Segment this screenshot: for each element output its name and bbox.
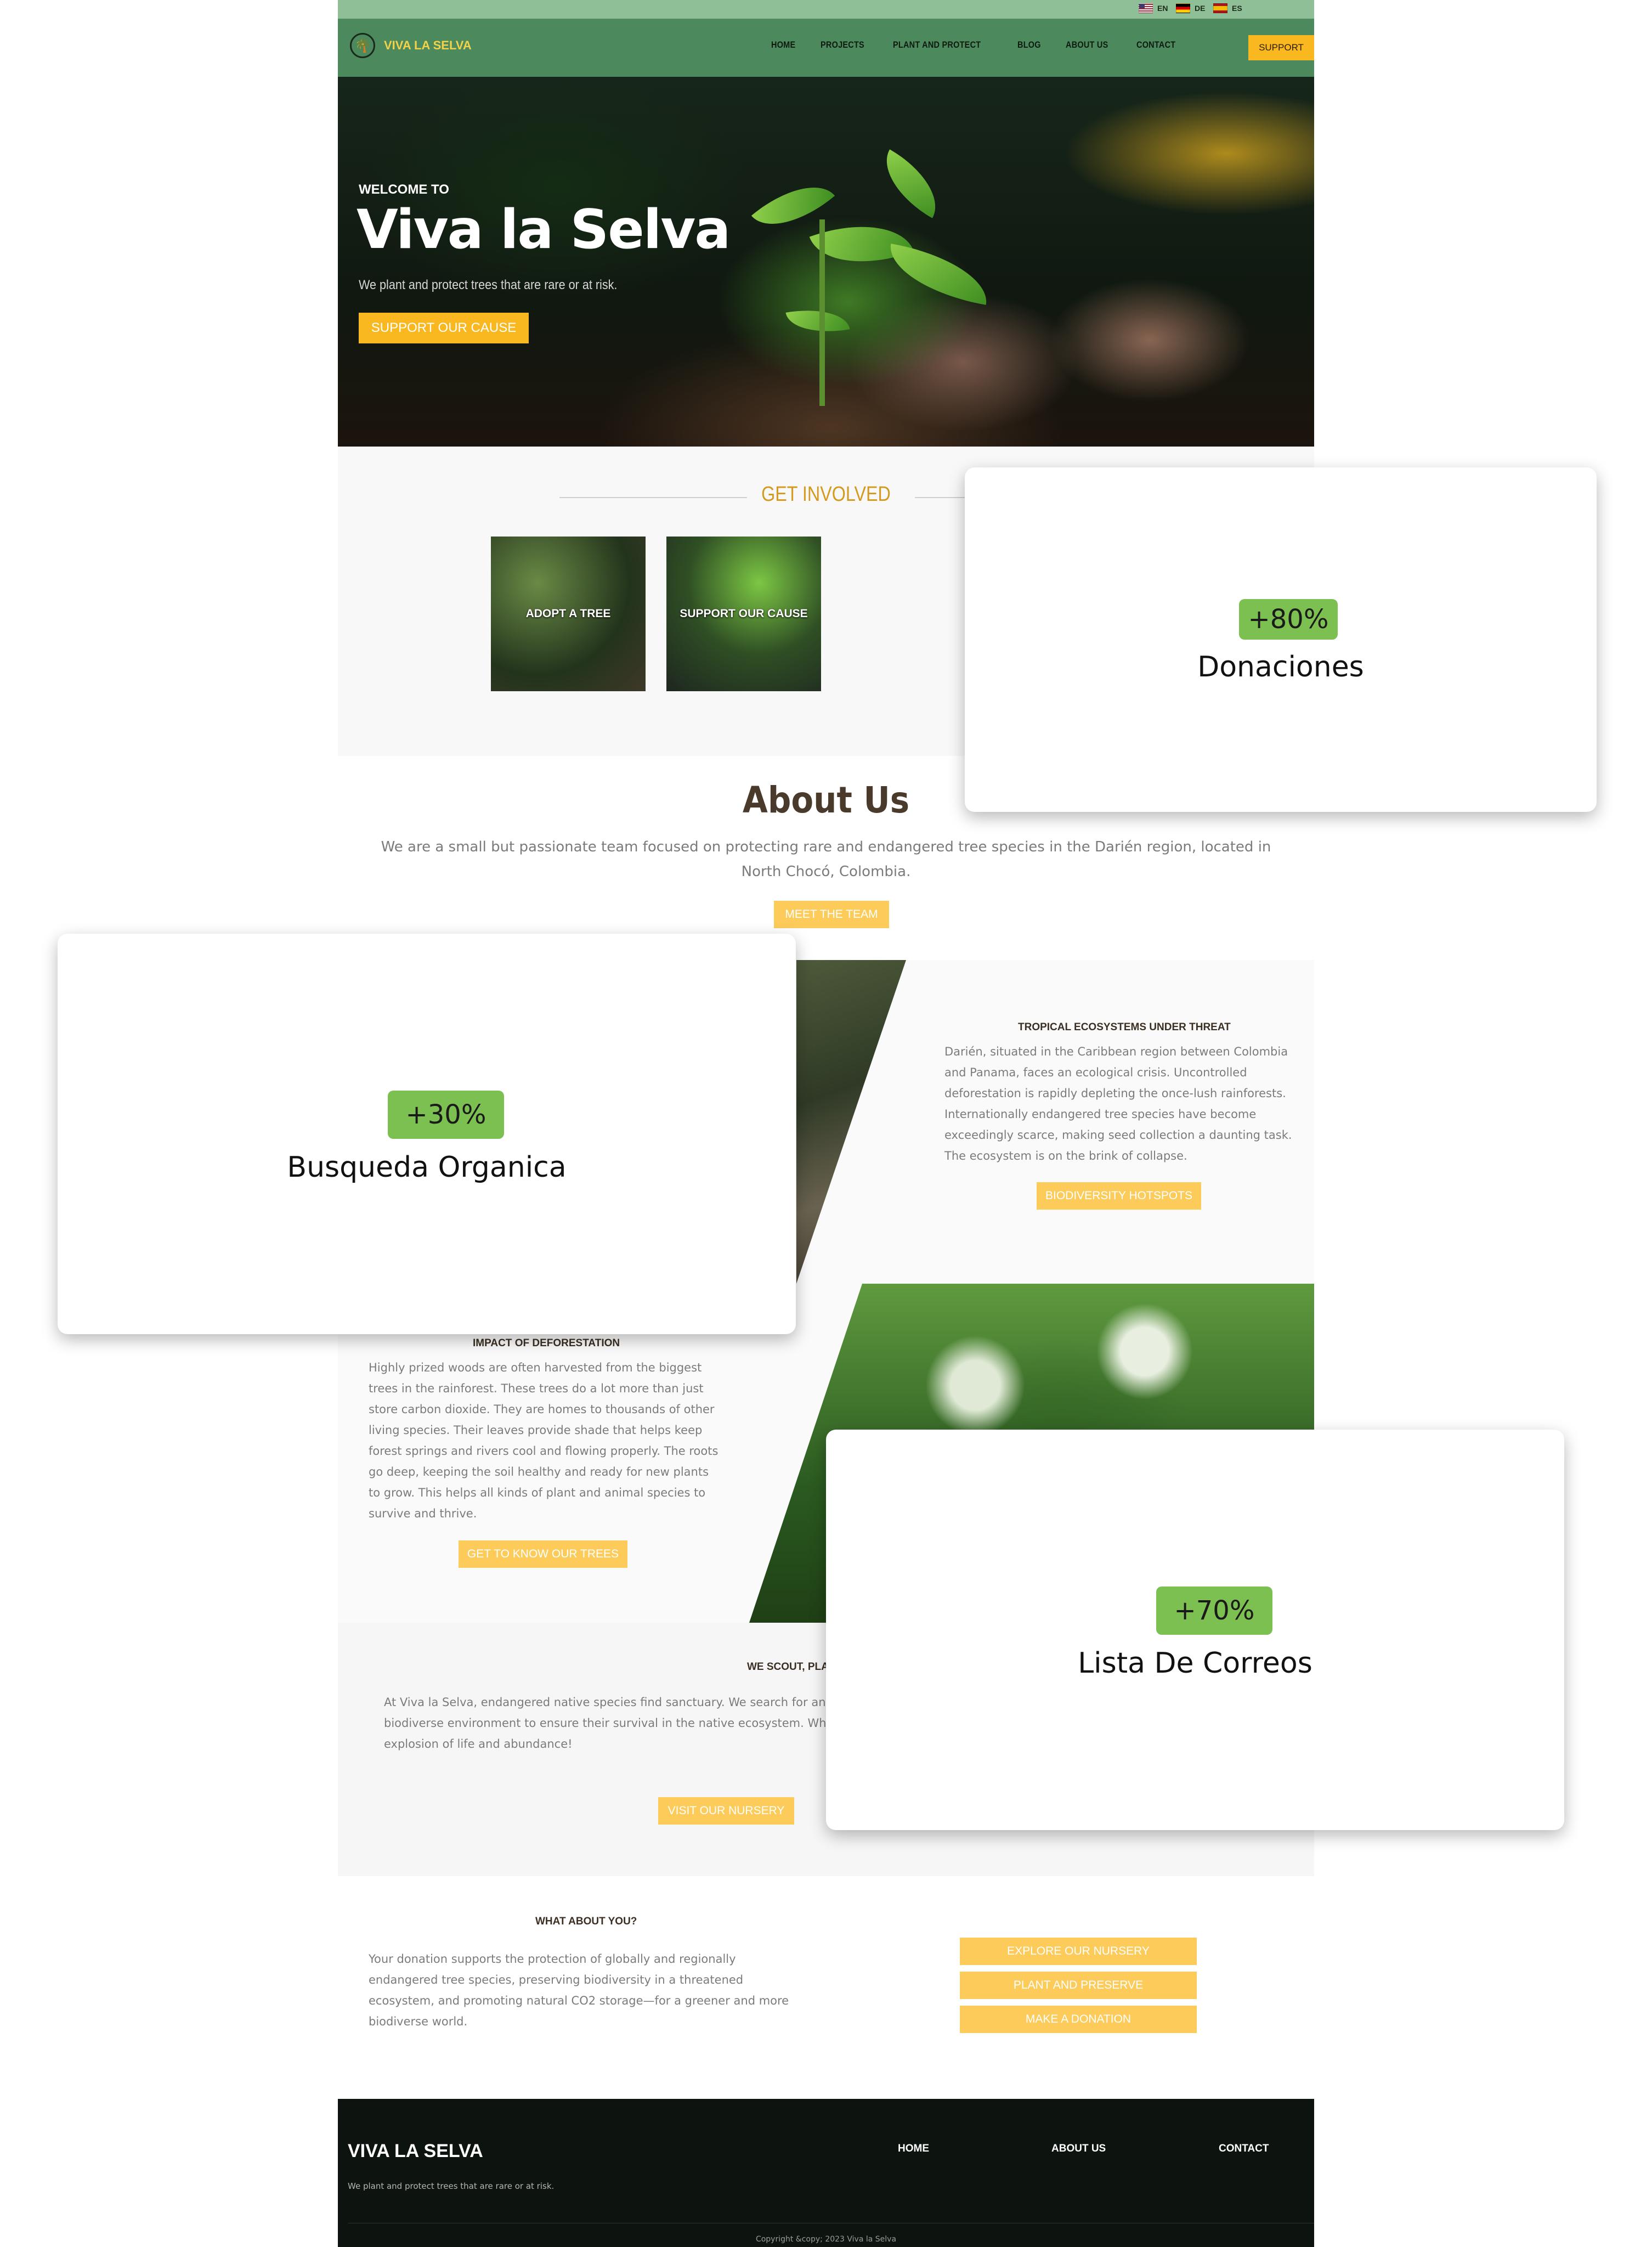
threat-heading: TROPICAL ECOSYSTEMS UNDER THREAT (1018, 1021, 1231, 1033)
meet-the-team-button[interactable]: MEET THE TEAM (774, 901, 889, 928)
language-de[interactable]: DE (1176, 3, 1205, 13)
nav-menu: HOME PROJECTS PLANT AND PROTECT BLOG ABO… (771, 39, 1183, 50)
what-about-you-body: Your donation supports the protection of… (369, 1952, 789, 2028)
stat-label: Lista De Correos (1078, 1647, 1312, 1680)
scout-body: At Viva la Selva, endangered native spec… (384, 1696, 833, 1751)
stat-card-busqueda-organica: +30% Busqueda Organica (58, 934, 796, 1334)
language-code: ES (1232, 4, 1242, 13)
main-navigation: 🌴 VIVA LA SELVA HOME PROJECTS PLANT AND … (338, 19, 1314, 77)
hero-subtitle: We plant and protect trees that are rare… (359, 278, 618, 292)
threat-body: Darién, situated in the Caribbean region… (944, 1045, 1292, 1162)
seedling-leaf (883, 244, 994, 305)
footer-link-about-us[interactable]: ABOUT US (1051, 2143, 1106, 2155)
card-label: SUPPORT OUR CAUSE (680, 607, 808, 620)
hero-kicker: WELCOME TO (359, 182, 449, 197)
hero-section: WELCOME TO Viva la Selva We plant and pr… (338, 77, 1314, 447)
nav-item-contact[interactable]: CONTACT (1136, 39, 1175, 50)
scout-heading: WE SCOUT, PLA (747, 1661, 829, 1673)
get-to-know-our-trees-button[interactable]: GET TO KNOW OUR TREES (459, 1540, 627, 1568)
stat-card-donaciones: +80% Donaciones (965, 467, 1597, 812)
language-es[interactable]: ES (1213, 3, 1242, 13)
site-logo-text[interactable]: VIVA LA SELVA (384, 38, 472, 53)
footer-brand: VIVA LA SELVA (348, 2141, 483, 2161)
adopt-a-tree-card[interactable]: ADOPT A TREE (491, 537, 646, 691)
nav-item-projects[interactable]: PROJECTS (821, 39, 864, 50)
make-a-donation-button[interactable]: MAKE A DONATION (960, 2006, 1197, 2033)
stat-value-badge: +80% (1239, 599, 1338, 640)
stat-label: Busqueda Organica (287, 1151, 567, 1184)
seedling-leaf (785, 302, 850, 340)
footer: VIVA LA SELVA We plant and protect trees… (338, 2099, 1314, 2247)
nav-item-home[interactable]: HOME (771, 39, 795, 50)
stat-card-lista-de-correos: +70% Lista De Correos (826, 1430, 1564, 1830)
es-flag-icon (1213, 3, 1227, 13)
deforestation-heading: IMPACT OF DEFORESTATION (473, 1337, 620, 1349)
card-label: ADOPT A TREE (525, 607, 611, 620)
stat-label: Donaciones (1197, 651, 1364, 684)
seedling-stem (819, 219, 825, 406)
hero-title: Viva la Selva (357, 199, 731, 261)
nav-item-blog[interactable]: BLOG (1017, 39, 1041, 50)
nav-item-plant-and-protect[interactable]: PLANT AND PROTECT (893, 39, 981, 50)
deforestation-body: Highly prized woods are often harvested … (369, 1361, 718, 1520)
us-flag-icon (1139, 3, 1153, 13)
support-our-cause-button[interactable]: SUPPORT OUR CAUSE (359, 313, 529, 343)
de-flag-icon (1176, 3, 1190, 13)
footer-link-home[interactable]: HOME (898, 2143, 929, 2155)
what-about-you-heading: WHAT ABOUT YOU? (535, 1916, 637, 1927)
stat-value-badge: +30% (388, 1091, 504, 1139)
explore-our-nursery-button[interactable]: EXPLORE OUR NURSERY (960, 1938, 1197, 1965)
support-our-cause-card[interactable]: SUPPORT OUR CAUSE (666, 537, 821, 691)
footer-copyright: Copyright &copy; 2023 Viva la Selva (755, 2235, 897, 2244)
biodiversity-hotspots-button[interactable]: BIODIVERSITY HOTSPOTS (1037, 1182, 1201, 1210)
language-en[interactable]: EN (1139, 3, 1168, 13)
seedling-leaf (809, 205, 914, 284)
footer-link-contact[interactable]: CONTACT (1219, 2143, 1269, 2155)
language-code: DE (1195, 4, 1206, 13)
visit-our-nursery-button[interactable]: VISIT OUR NURSERY (658, 1797, 794, 1825)
nav-item-about-us[interactable]: ABOUT US (1066, 39, 1108, 50)
support-button[interactable]: SUPPORT (1248, 35, 1314, 60)
seedling-leaf (870, 149, 952, 218)
stat-value-badge: +70% (1156, 1587, 1272, 1635)
about-text: We are a small but passionate team focus… (381, 839, 1271, 880)
language-code: EN (1157, 4, 1168, 13)
footer-tagline: We plant and protect trees that are rare… (348, 2181, 555, 2191)
palm-tree-icon[interactable]: 🌴 (350, 33, 375, 58)
language-bar: EN DE ES (338, 0, 1314, 19)
plant-and-preserve-button[interactable]: PLANT AND PRESERVE (960, 1972, 1197, 1999)
